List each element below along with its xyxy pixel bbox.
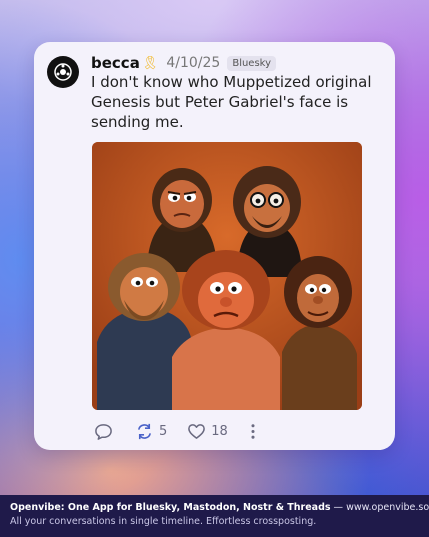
post-text: I don't know who Muppetized original Gen… <box>91 73 372 131</box>
repost-icon <box>138 423 151 439</box>
heart-icon <box>188 423 206 439</box>
post-header: becca 🎗 4/10/25 Bluesky <box>91 52 277 74</box>
post-date[interactable]: 4/10/25 <box>166 55 220 71</box>
awareness-ribbon-icon: 🎗 <box>141 55 159 71</box>
like-button[interactable]: 18 <box>187 422 228 441</box>
post-card[interactable]: becca 🎗 4/10/25 Bluesky I don't know who… <box>34 42 395 450</box>
like-count: 18 <box>211 423 228 439</box>
promo-footer: Openvibe: One App for Bluesky, Mastodon,… <box>0 495 429 537</box>
footer-brand: Openvibe: One App for Bluesky, Mastodon,… <box>10 502 331 513</box>
repost-count: 5 <box>159 423 168 439</box>
footer-brand-line: Openvibe: One App for Bluesky, Mastodon,… <box>10 502 429 513</box>
footer-tagline: All your conversations in single timelin… <box>10 516 317 527</box>
reply-button[interactable] <box>94 422 113 441</box>
avatar[interactable] <box>47 56 79 88</box>
network-badge: Bluesky <box>227 55 277 71</box>
more-options-button[interactable] <box>248 422 258 441</box>
reply-icon <box>95 423 112 440</box>
muppet-band-illustration <box>92 142 362 410</box>
post-image[interactable] <box>92 142 362 410</box>
author-name[interactable]: becca <box>91 54 140 72</box>
repost-button[interactable]: 5 <box>135 422 167 441</box>
avatar-logo-icon <box>54 63 72 81</box>
footer-separator: — <box>330 502 347 513</box>
post-actions: 5 18 <box>94 420 258 442</box>
more-vertical-icon <box>251 423 255 439</box>
footer-url[interactable]: www.openvibe.social <box>346 502 429 513</box>
